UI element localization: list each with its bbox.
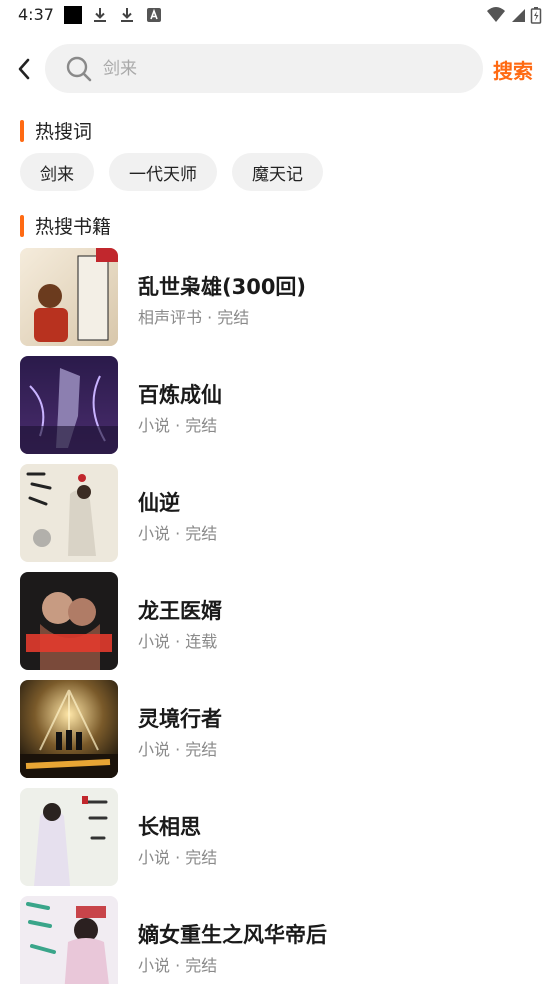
- book-cover: [20, 788, 118, 886]
- back-button[interactable]: [12, 56, 36, 82]
- notification-icons: [64, 6, 163, 24]
- book-cover: [20, 896, 118, 984]
- book-title: 灵境行者: [138, 707, 222, 731]
- book-title: 仙逆: [138, 491, 180, 515]
- book-item[interactable]: 嫡女重生之风华帝后 小说 · 完结: [20, 896, 554, 984]
- hot-word-chip[interactable]: 一代天师: [109, 153, 217, 191]
- book-title: 乱世枭雄(300回): [138, 275, 307, 299]
- book-cover: [20, 464, 118, 562]
- book-cover: [20, 248, 118, 346]
- book-meta: 小说 · 完结: [138, 524, 218, 543]
- hot-word-chip[interactable]: 剑来: [20, 153, 94, 191]
- search-button[interactable]: 搜索: [493, 55, 533, 84]
- search-input[interactable]: [103, 58, 423, 79]
- hot-books-title: 热搜书籍: [35, 216, 112, 238]
- book-item[interactable]: 龙王医婿 小说 · 连载: [20, 572, 554, 672]
- download-icon: [121, 8, 133, 22]
- book-item[interactable]: 百炼成仙 小说 · 完结: [20, 356, 554, 456]
- search-box[interactable]: [45, 44, 483, 93]
- book-title: 龙王医婿: [138, 599, 222, 623]
- book-item[interactable]: 灵境行者 小说 · 完结: [20, 680, 554, 780]
- book-meta: 相声评书 · 完结: [138, 308, 250, 327]
- book-meta: 小说 · 完结: [138, 956, 218, 975]
- book-title: 长相思: [138, 815, 201, 839]
- book-cover: [20, 356, 118, 454]
- book-meta: 小说 · 完结: [138, 848, 218, 867]
- section-accent-bar: [20, 214, 24, 237]
- book-meta: 小说 · 连载: [138, 632, 218, 651]
- hot-word-chip[interactable]: 魔天记: [232, 153, 323, 191]
- system-icons: [486, 6, 542, 24]
- status-time: 4:37: [18, 5, 54, 24]
- download-icon: [94, 8, 106, 22]
- book-cover: [20, 572, 118, 670]
- hot-words-list: 剑来 一代天师 魔天记: [20, 153, 323, 191]
- black-square-icon: [64, 6, 82, 24]
- battery-icon: [530, 7, 542, 24]
- book-meta: 小说 · 完结: [138, 740, 218, 759]
- font-icon: [147, 8, 161, 22]
- book-title: 嫡女重生之风华帝后: [138, 923, 327, 947]
- hot-books-header: 热搜书籍: [20, 212, 111, 239]
- cell-signal-icon: [512, 9, 525, 22]
- book-item[interactable]: 长相思 小说 · 完结: [20, 788, 554, 888]
- book-item[interactable]: 仙逆 小说 · 完结: [20, 464, 554, 564]
- wifi-icon: [487, 7, 505, 22]
- book-title: 百炼成仙: [138, 383, 222, 407]
- hot-words-header: 热搜词: [20, 117, 92, 144]
- hot-words-title: 热搜词: [35, 121, 93, 143]
- search-icon: [66, 56, 92, 81]
- book-item[interactable]: 乱世枭雄(300回) 相声评书 · 完结: [20, 248, 554, 348]
- chevron-left-icon: [18, 58, 30, 80]
- book-cover: [20, 680, 118, 778]
- section-accent-bar: [20, 119, 24, 142]
- book-meta: 小说 · 完结: [138, 416, 218, 435]
- status-bar: 4:37: [0, 0, 554, 32]
